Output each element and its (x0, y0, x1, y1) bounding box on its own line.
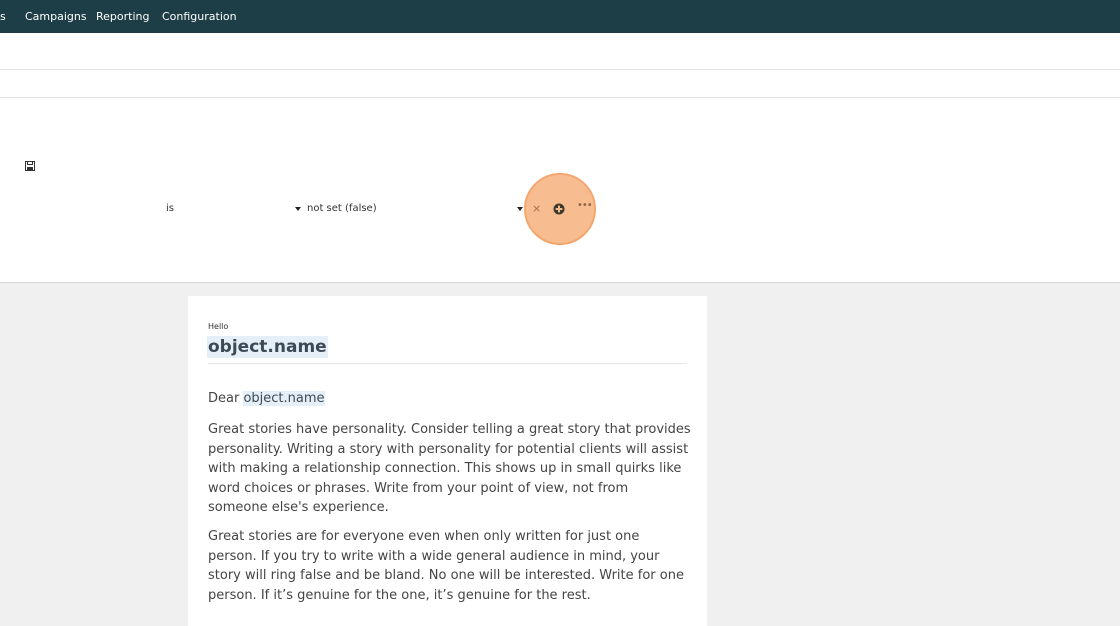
paragraph-line: Great stories have personality. Consider… (208, 422, 691, 437)
filter-panel: is not set (false) × ••• (0, 33, 1120, 283)
paragraph-line: personality. Writing a story with person… (208, 441, 689, 457)
condition-operator[interactable]: is (166, 203, 174, 214)
close-icon[interactable]: × (532, 203, 541, 215)
nav-item-configuration[interactable]: Configuration (162, 0, 237, 33)
top-navigation-bar: s Campaigns Reporting Configuration (0, 0, 1120, 33)
condition-value[interactable]: not set (false) (307, 203, 377, 214)
salutation-line: Dear object.name (208, 391, 325, 406)
dropdown-caret-icon[interactable] (517, 207, 523, 211)
name-token[interactable]: object.name (243, 391, 325, 406)
paragraph-line: person. If it’s genuine for the one, it’… (208, 587, 591, 603)
paragraph-line: person. If you try to write with a wide … (208, 548, 660, 564)
divider (208, 363, 687, 364)
divider (0, 97, 1120, 98)
body-paragraph-2: Great stories are for everyone even when… (208, 527, 693, 605)
divider (0, 69, 1120, 70)
paragraph-line: story will ring false and be bland. No o… (208, 568, 684, 583)
paragraph-line: word choices or phrases. Write from your… (208, 480, 629, 496)
email-preview-card: Hello object.name Dear object.name Great… (188, 296, 707, 626)
nav-item-truncated[interactable]: s (0, 0, 6, 33)
ellipsis-icon[interactable]: ••• (577, 200, 593, 212)
dropdown-caret-icon[interactable] (295, 207, 301, 211)
paragraph-line: with making a relationship connection. T… (208, 461, 682, 476)
save-icon[interactable] (25, 161, 35, 171)
paragraph-line: Great stories are for everyone even when… (208, 529, 640, 544)
paragraph-line: someone else's experience. (208, 500, 389, 515)
nav-item-reporting[interactable]: Reporting (96, 0, 149, 33)
nav-item-campaigns[interactable]: Campaigns (25, 0, 87, 33)
name-heading-token[interactable]: object.name (207, 336, 328, 358)
greeting-text: Hello (208, 322, 229, 331)
salutation-prefix: Dear (208, 391, 244, 406)
add-circle-icon[interactable] (553, 203, 565, 215)
body-paragraph-1: Great stories have personality. Consider… (208, 420, 693, 518)
